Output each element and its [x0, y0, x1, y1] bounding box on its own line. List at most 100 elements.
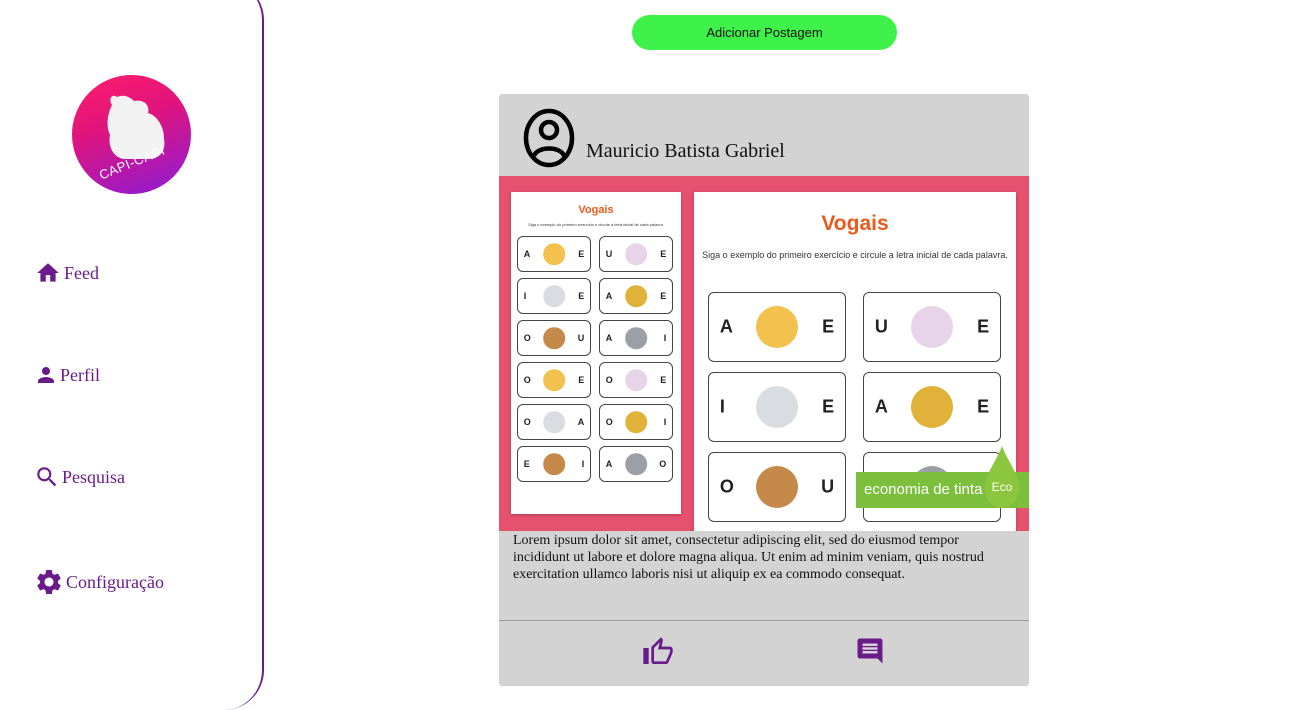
- worksheet-box: OU: [708, 452, 846, 522]
- thumb-up-icon[interactable]: [642, 636, 674, 668]
- worksheet-letter: O: [719, 476, 734, 497]
- worksheet-box: AE: [517, 236, 591, 272]
- worksheet-letter: E: [523, 459, 530, 469]
- worksheet-picture-icon: [625, 285, 647, 307]
- worksheet-picture-icon: [756, 306, 798, 348]
- worksheet-picture-icon: [756, 386, 798, 428]
- sidebar-item-feed[interactable]: Feed: [34, 260, 99, 286]
- worksheet-thumbnail: Vogais Siga o exemplo do primeiro exercí…: [511, 192, 681, 514]
- post-header: Mauricio Batista Gabriel: [499, 94, 1029, 176]
- capybara-icon: [107, 95, 165, 159]
- worksheet-picture-icon: [543, 327, 565, 349]
- worksheet-letter: E: [660, 375, 667, 385]
- worksheet-letter: A: [605, 459, 613, 469]
- home-icon: [37, 263, 59, 282]
- worksheet-letter: O: [523, 375, 531, 385]
- eco-drop-icon: Eco: [985, 446, 1019, 508]
- worksheet-box: OA: [517, 404, 591, 440]
- worksheet-picture-icon: [756, 466, 798, 508]
- worksheet-letter: A: [523, 249, 531, 259]
- worksheet-picture-icon: [543, 453, 565, 475]
- worksheet-subtitle: Siga o exemplo do primeiro exercício e c…: [702, 250, 1008, 260]
- user-avatar-icon: [523, 108, 575, 168]
- worksheet-picture-icon: [625, 243, 647, 265]
- worksheet-letter: E: [578, 291, 585, 301]
- worksheet-letter: E: [578, 249, 585, 259]
- sidebar-item-pesquisa[interactable]: Pesquisa: [34, 464, 125, 490]
- sidebar-item-label: Configuração: [66, 571, 164, 592]
- worksheet-letter: E: [660, 291, 667, 301]
- worksheet-letter: U: [577, 333, 585, 343]
- worksheet-box: OI: [599, 404, 673, 440]
- worksheet-box: AE: [863, 372, 1001, 442]
- post-author: Mauricio Batista Gabriel: [586, 140, 785, 162]
- worksheet-box: AO: [599, 446, 673, 482]
- worksheet-box: IE: [708, 372, 846, 442]
- worksheet-picture-icon: [543, 411, 565, 433]
- worksheet-letter: O: [605, 417, 613, 427]
- worksheet-box: UE: [599, 236, 673, 272]
- worksheet-letter: O: [605, 375, 613, 385]
- worksheet-picture-icon: [911, 306, 953, 348]
- post-actions: [499, 620, 1029, 686]
- search-icon: [37, 467, 57, 487]
- worksheet-letter: E: [660, 249, 667, 259]
- worksheet-picture-icon: [911, 386, 953, 428]
- worksheet-box: OE: [599, 362, 673, 398]
- worksheet-letter: E: [822, 396, 835, 417]
- post-image[interactable]: Vogais Siga o exemplo do primeiro exercí…: [499, 176, 1029, 531]
- worksheet-box: UE: [863, 292, 1001, 362]
- worksheet-title: Vogais: [821, 212, 889, 235]
- worksheet-picture-icon: [625, 411, 647, 433]
- worksheet-letter: A: [719, 316, 733, 337]
- worksheet-letter: U: [874, 316, 888, 337]
- worksheet-letter: I: [663, 333, 667, 343]
- sidebar-item-configuracao[interactable]: Configuração: [34, 567, 164, 597]
- post-caption: Lorem ipsum dolor sit amet, consectetur …: [513, 533, 984, 582]
- worksheet-box: EI: [517, 446, 591, 482]
- comment-icon[interactable]: [855, 636, 885, 666]
- worksheet-picture-icon: [625, 369, 647, 391]
- worksheet-letter: O: [523, 417, 531, 427]
- worksheet-letter: E: [822, 316, 835, 337]
- worksheet-letter: A: [605, 291, 613, 301]
- eco-label: economia de tinta: [864, 481, 983, 498]
- add-post-button[interactable]: Adicionar Postagem: [632, 15, 897, 50]
- worksheet-picture-icon: [543, 369, 565, 391]
- sidebar-item-label: Feed: [64, 262, 99, 283]
- worksheet-letter: A: [605, 333, 613, 343]
- eco-badge: Eco: [992, 480, 1013, 494]
- worksheet-letter: E: [977, 396, 990, 417]
- worksheet-letter: I: [663, 417, 667, 427]
- post-card: Mauricio Batista Gabriel Vogais Siga o e…: [499, 94, 1029, 686]
- worksheet-picture-icon: [543, 243, 565, 265]
- worksheet-letter: E: [977, 316, 990, 337]
- sidebar-item-perfil[interactable]: Perfil: [34, 363, 100, 387]
- worksheet-letter: A: [577, 417, 585, 427]
- worksheet-subtitle: Siga o exemplo do primeiro exercício e c…: [528, 222, 664, 227]
- worksheet-letter: O: [523, 333, 531, 343]
- worksheet-box: OU: [517, 320, 591, 356]
- worksheet-box: AI: [599, 320, 673, 356]
- worksheet-box: AE: [599, 278, 673, 314]
- person-icon: [38, 367, 54, 383]
- worksheet-picture-icon: [543, 285, 565, 307]
- worksheet-letter: O: [659, 459, 667, 469]
- worksheet-box: AE: [708, 292, 846, 362]
- worksheet-title: Vogais: [578, 204, 614, 216]
- worksheet-letter: I: [581, 459, 585, 469]
- worksheet-letter: I: [523, 291, 527, 301]
- worksheet-box: OE: [517, 362, 591, 398]
- worksheet-box: IE: [517, 278, 591, 314]
- worksheet-picture-icon: [625, 453, 647, 475]
- app-logo[interactable]: CAPI-CAPI: [72, 75, 191, 194]
- worksheet-letter: U: [605, 249, 613, 259]
- sidebar-item-label: Pesquisa: [62, 466, 125, 487]
- worksheet-letter: I: [719, 396, 725, 417]
- worksheet-letter: A: [874, 396, 888, 417]
- gear-icon: [37, 570, 61, 594]
- worksheet-picture-icon: [625, 327, 647, 349]
- sidebar-item-label: Perfil: [60, 364, 100, 385]
- worksheet-letter: E: [578, 375, 585, 385]
- worksheet-letter: U: [821, 476, 835, 497]
